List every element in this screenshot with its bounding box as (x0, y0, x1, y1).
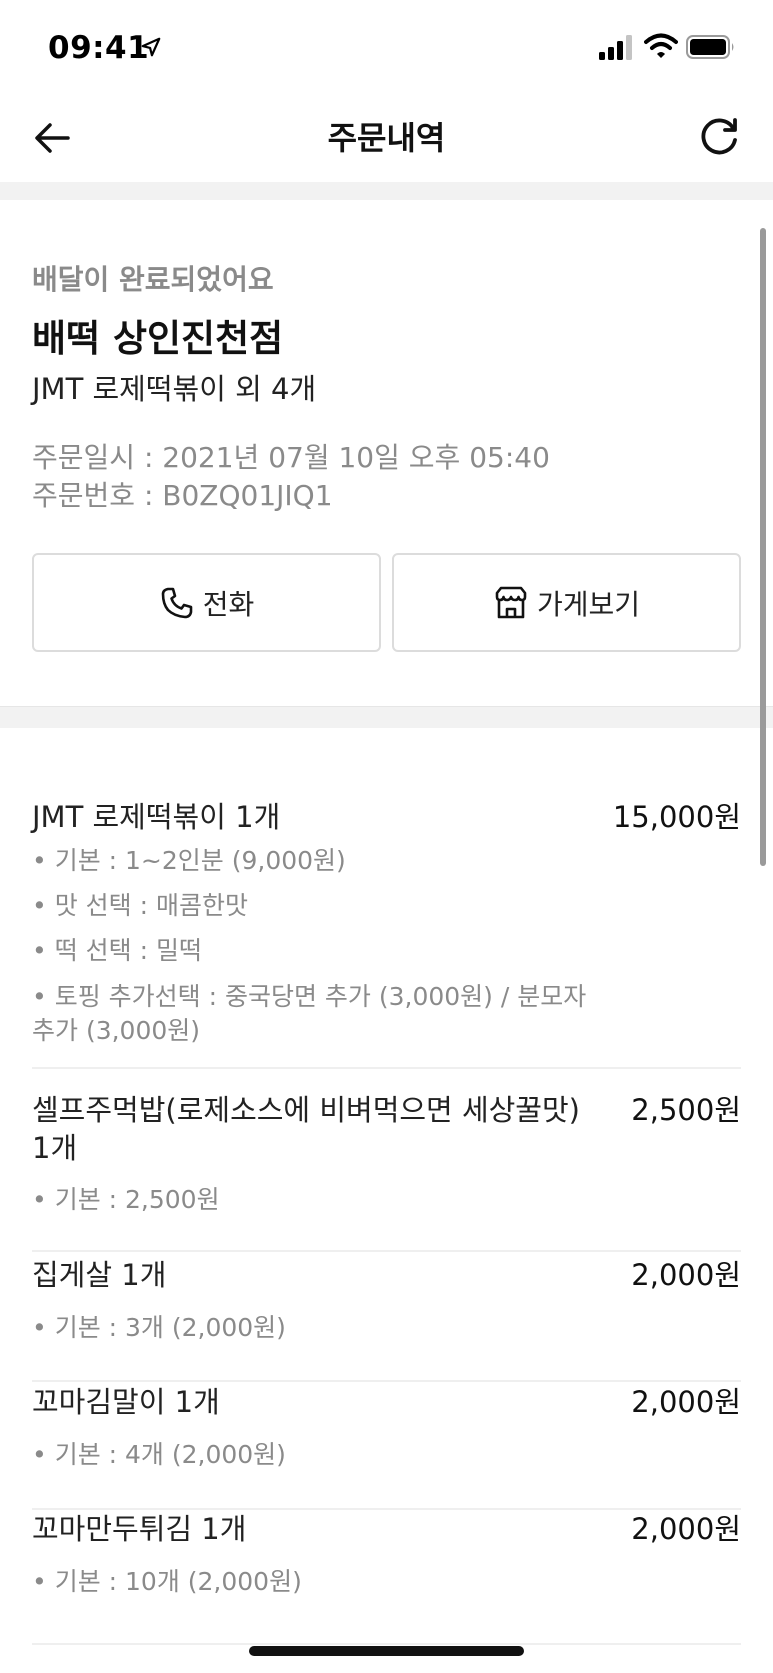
delivery-status: 배달이 완료되었어요 (32, 263, 274, 296)
list-item: 셀프주먹밥(로제소스에 비벼먹으면 세상꿀맛) 1개 2,500원 • 기본 :… (32, 1091, 741, 1252)
scrollbar[interactable] (760, 228, 766, 866)
list-item: 꼬마만두튀김 1개 2,000원 • 기본 : 10개 (2,000원) (32, 1510, 741, 1645)
item-options: • 기본 : 10개 (2,000원) (32, 1566, 592, 1611)
home-indicator[interactable] (249, 1646, 524, 1656)
store-name: 배떡 상인진천점 (32, 317, 284, 360)
item-option: • 토핑 추가선택 : 중국당면 추가 (3,000원) / 분모자 추가 (3… (32, 982, 587, 1045)
section-divider (0, 706, 773, 728)
view-store-button[interactable]: 가게보기 (392, 553, 741, 652)
order-number: 주문번호 : B0ZQ01JIQ1 (32, 479, 333, 512)
order-date: 주문일시 : 2021년 07월 10일 오후 05:40 (32, 441, 550, 474)
item-options: • 기본 : 1~2인분 (9,000원) • 맛 선택 : 매콤한맛 • 떡 … (32, 845, 592, 1061)
call-button[interactable]: 전화 (32, 553, 381, 652)
item-price: 2,000원 (631, 1258, 741, 1292)
item-options: • 기본 : 4개 (2,000원) (32, 1439, 592, 1484)
item-options: • 기본 : 2,500원 (32, 1184, 592, 1229)
status-bar: 09:41 (0, 0, 773, 96)
cellular-signal-icon (599, 35, 632, 60)
item-name: 집게살 1개 (32, 1258, 167, 1292)
item-price: 2,000원 (631, 1385, 741, 1419)
item-name: 꼬마만두튀김 1개 (32, 1512, 247, 1546)
phone-icon (161, 587, 193, 618)
item-options: • 기본 : 3개 (2,000원) (32, 1312, 592, 1357)
list-item: 집게살 1개 2,000원 • 기본 : 3개 (2,000원) (32, 1256, 741, 1382)
order-summary-text: JMT 로제떡볶이 외 4개 (32, 372, 317, 406)
item-price: 2,000원 (631, 1512, 741, 1546)
location-arrow-icon (141, 37, 161, 57)
item-name: JMT 로제떡볶이 1개 (32, 800, 281, 834)
store-icon (495, 586, 527, 618)
item-name: 셀프주먹밥(로제소스에 비벼먹으면 세상꿀맛) 1개 (32, 1093, 580, 1165)
call-button-label: 전화 (202, 587, 255, 621)
item-name: 꼬마김말이 1개 (32, 1385, 220, 1419)
item-option: • 기본 : 4개 (2,000원) (32, 1440, 286, 1469)
item-price: 2,500원 (631, 1093, 741, 1127)
nav-bar: 주문내역 (0, 96, 773, 182)
item-option: • 기본 : 3개 (2,000원) (32, 1313, 286, 1342)
status-time: 09:41 (48, 30, 150, 66)
page-title: 주문내역 (327, 119, 446, 157)
order-summary-card: 배달이 완료되었어요 배떡 상인진천점 JMT 로제떡볶이 외 4개 주문일시 … (0, 200, 773, 706)
view-store-button-label: 가게보기 (536, 587, 641, 621)
list-item: 꼬마김말이 1개 2,000원 • 기본 : 4개 (2,000원) (32, 1383, 741, 1510)
item-option: • 기본 : 1~2인분 (9,000원) (32, 846, 346, 875)
item-option: • 기본 : 2,500원 (32, 1185, 220, 1214)
battery-icon (686, 35, 734, 59)
item-price: 15,000원 (612, 800, 741, 834)
item-option: • 기본 : 10개 (2,000원) (32, 1567, 302, 1596)
list-item: JMT 로제떡볶이 1개 15,000원 • 기본 : 1~2인분 (9,000… (32, 798, 741, 1069)
refresh-icon[interactable] (695, 114, 743, 162)
item-option: • 떡 선택 : 밀떡 (32, 936, 202, 965)
wifi-icon (644, 33, 678, 58)
section-divider (0, 182, 773, 200)
item-option: • 맛 선택 : 매콤한맛 (32, 891, 248, 920)
